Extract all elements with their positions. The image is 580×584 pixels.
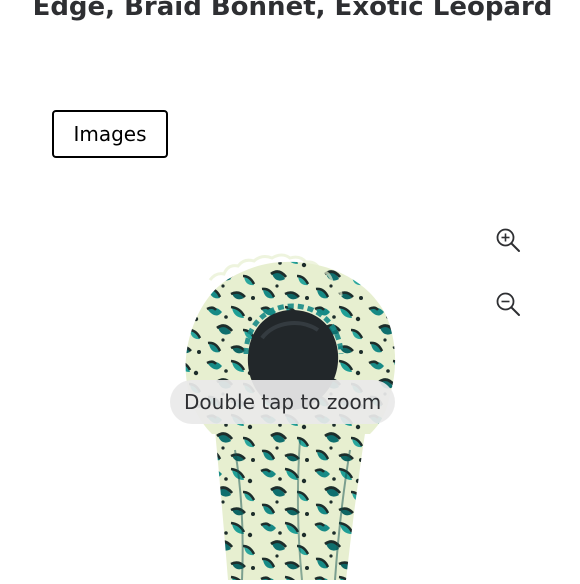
zoom-out-icon [496,292,520,316]
zoom-hint: Double tap to zoom [170,380,396,424]
zoom-out-button[interactable] [490,286,526,322]
zoom-in-icon [496,228,520,252]
zoom-in-button[interactable] [490,222,526,258]
product-title: Edge, Braid Bonnet, Exotic Leopard [32,0,553,22]
images-tab[interactable]: Images [52,110,168,158]
